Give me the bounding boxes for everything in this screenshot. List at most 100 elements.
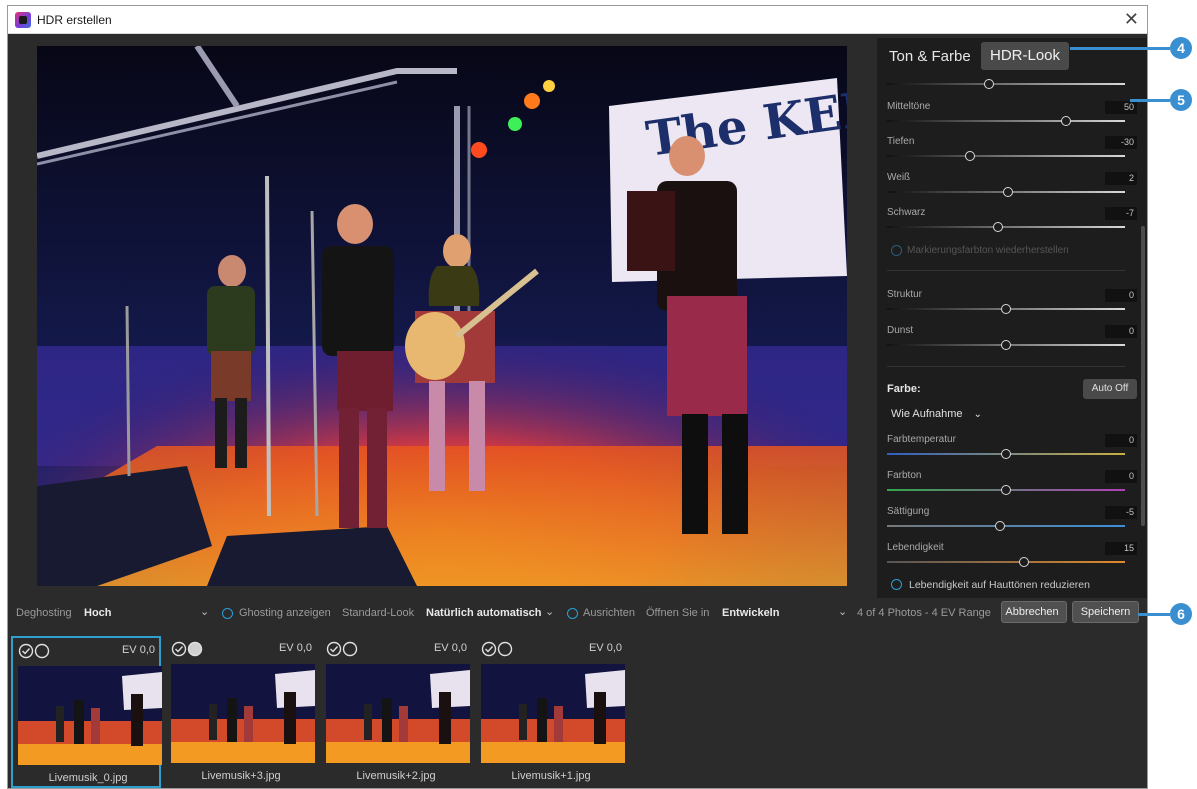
slider-value-input[interactable]: 50 xyxy=(1105,101,1137,114)
divider xyxy=(887,366,1125,367)
slider-track[interactable] xyxy=(887,304,1125,314)
slider-thumb[interactable] xyxy=(984,79,995,89)
slider-thumb[interactable] xyxy=(1018,557,1029,567)
slider-label: Lebendigkeit xyxy=(887,542,944,553)
slider-thumb[interactable] xyxy=(1001,449,1011,459)
slider-thumb[interactable] xyxy=(1001,340,1011,350)
ghosting-show-label: Ghosting anzeigen xyxy=(239,607,331,619)
ev-label: EV 0,0 xyxy=(588,642,622,654)
white-balance-value: Wie Aufnahme xyxy=(891,408,963,420)
slider-value-input[interactable]: 0 xyxy=(1105,325,1137,338)
filmstrip-thumbnail[interactable]: EV 0,0 Livemusik+2.jpg xyxy=(321,636,471,788)
thumbnail-image[interactable] xyxy=(326,664,470,763)
window-title: HDR erstellen xyxy=(37,13,112,27)
status-icons xyxy=(481,641,521,662)
chevron-down-icon: ⌄ xyxy=(973,409,982,420)
save-button[interactable]: Speichern xyxy=(1072,601,1139,623)
white-balance-select[interactable]: Wie Aufnahme ⌄ xyxy=(891,408,982,420)
ghosting-radio[interactable] xyxy=(222,608,233,619)
slider-thumb[interactable] xyxy=(1060,116,1071,126)
callout-4: 4 xyxy=(1170,37,1192,59)
deghosting-label: Deghosting xyxy=(16,607,72,619)
slider-track[interactable] xyxy=(887,521,1125,531)
close-icon[interactable]: ✕ xyxy=(1124,9,1139,29)
callout-6: 6 xyxy=(1170,603,1192,625)
skin-tones-label: Lebendigkeit auf Hauttönen reduzieren xyxy=(909,579,1090,591)
slider-track[interactable] xyxy=(887,557,1125,567)
chevron-down-icon[interactable]: ⌄ xyxy=(545,605,554,618)
hdr-window: HDR erstellen ✕ The KELTICS Ton & Farbe … xyxy=(7,5,1148,789)
auto-off-button[interactable]: Auto Off xyxy=(1083,379,1137,399)
slider-value-input[interactable]: -30 xyxy=(1105,136,1137,149)
look-select[interactable]: Natürlich automatisch xyxy=(426,607,542,619)
status-icons xyxy=(171,641,211,662)
slider-thumb[interactable] xyxy=(1001,304,1011,314)
thumbnail-filename: Livemusik+3.jpg xyxy=(201,770,281,782)
ev-label: EV 0,0 xyxy=(433,642,467,654)
cancel-button[interactable]: Abbrechen xyxy=(1001,601,1067,623)
open-in-select[interactable]: Entwickeln xyxy=(722,607,779,619)
slider-thumb[interactable] xyxy=(1001,485,1011,495)
chevron-down-icon[interactable]: ⌄ xyxy=(838,605,847,618)
adjustments-panel: Ton & Farbe HDR-Look Mitteltöne 50 Tiefen -… xyxy=(877,38,1147,598)
status-icons xyxy=(326,641,366,662)
callout-line xyxy=(1138,613,1170,616)
slider-value-input[interactable]: 0 xyxy=(1105,470,1137,483)
thumbnail-image[interactable] xyxy=(18,666,162,765)
panel-tabs: Ton & Farbe HDR-Look xyxy=(877,38,1147,74)
slider-track[interactable] xyxy=(887,449,1125,459)
slider-label: Weiß xyxy=(887,172,911,183)
concert-photo: The KELTICS xyxy=(37,46,847,586)
restore-option-label: Markierungsfarbton wiederherstellen xyxy=(907,245,1069,256)
filmstrip-thumbnail[interactable]: EV 0,0 Livemusik+3.jpg xyxy=(166,636,316,788)
tab-ton-farbe[interactable]: Ton & Farbe xyxy=(889,48,971,65)
slider-track[interactable] xyxy=(887,222,1125,232)
thumbnail-image[interactable] xyxy=(481,664,625,763)
slider-label: Sättigung xyxy=(887,506,930,517)
bottom-toolbar: Deghosting Hoch ⌄ Ghosting anzeigen Stan… xyxy=(8,598,1147,628)
thumbnail-filename: Livemusik+1.jpg xyxy=(511,770,591,782)
thumbnail-image[interactable] xyxy=(171,664,315,763)
thumbnail-filename: Livemusik_0.jpg xyxy=(48,772,128,784)
slider-thumb[interactable] xyxy=(965,151,976,161)
slider-track[interactable] xyxy=(887,151,1125,161)
slider-thumb[interactable] xyxy=(1003,187,1014,197)
thumbnail-filename: Livemusik+2.jpg xyxy=(356,770,436,782)
slider-track[interactable] xyxy=(887,187,1125,197)
slider-value-input[interactable]: -5 xyxy=(1105,506,1137,519)
slider-label: Farbton xyxy=(887,470,922,481)
filmstrip-thumbnail[interactable]: EV 0,0 Livemusik_0.jpg xyxy=(11,636,162,788)
slider-label: Mitteltöne xyxy=(887,101,931,112)
slider-label: Schwarz xyxy=(887,207,926,218)
slider-thumb[interactable] xyxy=(992,222,1003,232)
align-radio[interactable] xyxy=(567,608,578,619)
align-label: Ausrichten xyxy=(583,607,635,619)
ev-label: EV 0,0 xyxy=(121,644,155,656)
divider xyxy=(887,270,1125,271)
slider-label: Struktur xyxy=(887,289,923,300)
ev-label: EV 0,0 xyxy=(278,642,312,654)
photo-info: 4 of 4 Photos - 4 EV Range xyxy=(857,607,991,619)
slider-value-input[interactable]: -7 xyxy=(1105,207,1137,220)
slider-track[interactable] xyxy=(887,116,1125,126)
skin-tones-radio[interactable] xyxy=(891,579,902,590)
slider-value-input[interactable]: 15 xyxy=(1105,542,1137,555)
status-icons xyxy=(18,643,58,664)
deghosting-select[interactable]: Hoch xyxy=(84,607,112,619)
slider-label: Tiefen xyxy=(887,136,915,147)
filmstrip-thumbnail[interactable]: EV 0,0 Livemusik+1.jpg xyxy=(476,636,626,788)
chevron-down-icon[interactable]: ⌄ xyxy=(200,605,209,618)
slider-value-input[interactable]: 0 xyxy=(1105,289,1137,302)
slider-value-input[interactable]: 2 xyxy=(1105,172,1137,185)
restore-radio[interactable] xyxy=(891,245,902,256)
slider-thumb[interactable] xyxy=(995,521,1006,531)
callout-line xyxy=(1130,99,1170,102)
slider-value-input[interactable]: 0 xyxy=(1105,434,1137,447)
panel-scrollbar[interactable] xyxy=(1141,226,1145,526)
callout-5: 5 xyxy=(1170,89,1192,111)
slider-track[interactable] xyxy=(887,340,1125,350)
app-icon xyxy=(15,12,31,28)
tab-hdr-look[interactable]: HDR-Look xyxy=(981,42,1069,70)
slider-track[interactable] xyxy=(887,485,1125,495)
slider-track[interactable] xyxy=(887,79,1125,89)
